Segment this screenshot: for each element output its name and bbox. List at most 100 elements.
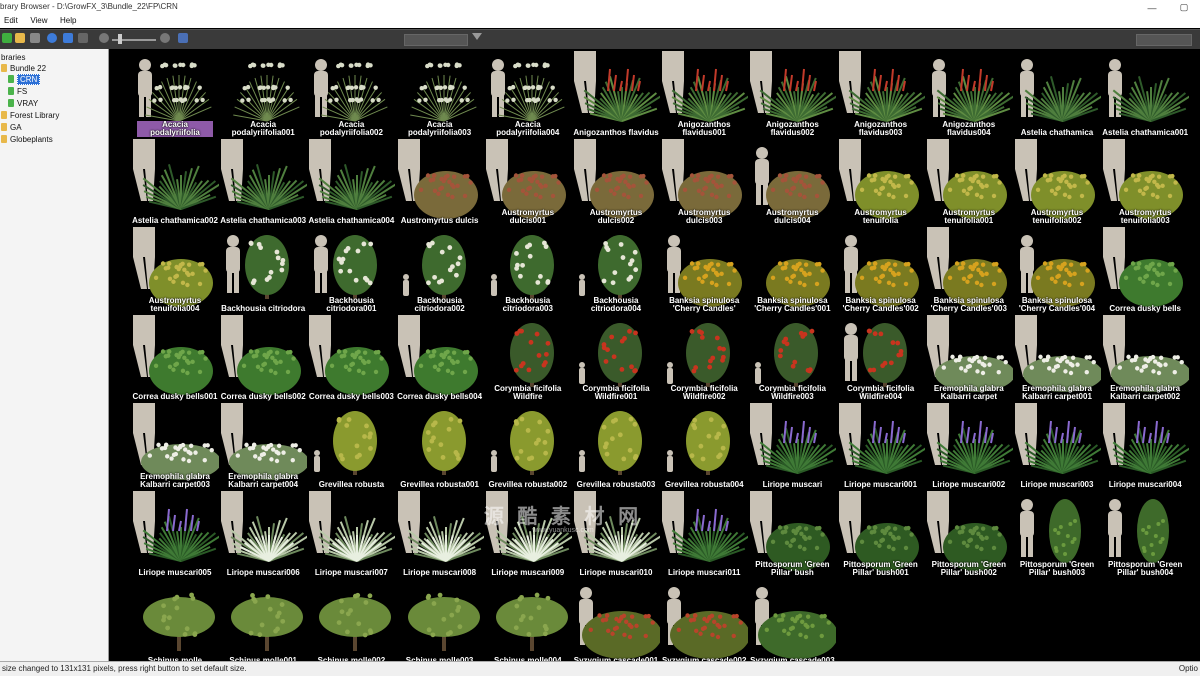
plant-thumbnail[interactable]: Acacia podalyriifolia [131,51,219,139]
sort-icon[interactable] [78,33,88,43]
plant-thumbnail[interactable]: Grevillea robusta004 [660,403,748,491]
zoom-in-icon[interactable] [160,33,170,43]
plant-thumbnail[interactable]: Syzygium cascade002 [660,579,749,661]
plant-thumbnail[interactable]: Backhousia citriodora [219,227,307,315]
plant-thumbnail[interactable]: Backhousia citriodora004 [572,227,660,315]
plant-thumbnail[interactable]: Schinus molle001 [219,579,307,661]
maximize-button[interactable]: ▢ [1168,0,1200,15]
plant-thumbnail[interactable]: Eremophila glabra Kalbarri carpet001 [1013,315,1101,403]
plant-thumbnail[interactable]: Liriope muscari [748,403,837,491]
plant-thumbnail[interactable]: Liriope muscari009 [484,491,572,579]
plant-thumbnail[interactable]: Acacia podalyriifolia004 [484,51,572,139]
plant-thumbnail[interactable]: Syzygium cascade001 [572,579,660,661]
plant-thumbnail[interactable]: Schinus molle002 [307,579,395,661]
plant-thumbnail[interactable]: Liriope muscari005 [131,491,219,579]
plant-thumbnail[interactable]: Astelia chathamica004 [307,139,396,227]
play-icon[interactable] [2,33,12,43]
plant-thumbnail[interactable]: Austromyrtus dulcis [396,139,484,227]
plant-thumbnail[interactable]: Liriope muscari002 [925,403,1013,491]
plant-thumbnail[interactable]: Austromyrtus dulcis002 [572,139,660,227]
plant-thumbnail[interactable]: Liriope muscari007 [307,491,396,579]
help-icon[interactable] [178,33,188,43]
plant-thumbnail[interactable]: Liriope muscari003 [1013,403,1101,491]
plant-thumbnail[interactable]: Anigozanthos flavidus [572,51,660,139]
zoom-out-icon[interactable] [99,33,109,43]
menu-help[interactable]: Help [56,15,82,25]
plant-thumbnail[interactable]: Austromyrtus tenuifolia003 [1101,139,1189,227]
plant-thumbnail[interactable]: Astelia chathamica001 [1101,51,1190,139]
plant-thumbnail[interactable]: Astelia chathamica003 [219,139,308,227]
plant-thumbnail[interactable]: Austromyrtus tenuifolia002 [1013,139,1101,227]
plant-thumbnail[interactable]: Eremophila glabra Kalbarri carpet002 [1101,315,1190,403]
plant-thumbnail[interactable]: Austromyrtus dulcis001 [484,139,572,227]
globe-icon[interactable] [63,33,73,43]
plant-thumbnail[interactable]: Corymbia ficifolia Wildfire [484,315,572,403]
plant-thumbnail[interactable]: Corymbia ficifolia Wildfire004 [837,315,925,403]
plant-thumbnail[interactable]: Correa dusky bells002 [219,315,307,403]
plant-thumbnail[interactable]: Corymbia ficifolia Wildfire003 [748,315,836,403]
plant-thumbnail[interactable]: Corymbia ficifolia Wildfire001 [572,315,660,403]
menu-edit[interactable]: Edit [0,15,24,25]
plant-thumbnail[interactable]: Correa dusky bells [1101,227,1189,315]
plant-thumbnail[interactable]: Acacia podalyriifolia001 [219,51,307,139]
plant-thumbnail[interactable]: Pittosporum 'Green Pillar' bush004 [1101,491,1189,579]
menu-view[interactable]: View [26,15,53,25]
plant-thumbnail[interactable]: Anigozanthos flavidus004 [925,51,1013,139]
plant-thumbnail[interactable]: Schinus molle003 [396,579,484,661]
plant-thumbnail[interactable]: Backhousia citriodora003 [484,227,572,315]
plant-thumbnail[interactable]: Grevillea robusta001 [396,403,484,491]
plant-thumbnail[interactable]: Astelia chathamica002 [131,139,219,227]
filter-icon[interactable] [472,33,482,40]
refresh-icon[interactable] [47,33,57,43]
plant-thumbnail[interactable]: Anigozanthos flavidus001 [660,51,749,139]
plant-thumbnail[interactable]: Grevillea robusta003 [572,403,660,491]
plant-thumbnail[interactable]: Corymbia ficifolia Wildfire002 [660,315,748,403]
plant-thumbnail[interactable]: Astelia chathamica [1013,51,1101,139]
plant-thumbnail[interactable]: Schinus molle004 [484,579,572,661]
plant-thumbnail[interactable]: Austromyrtus dulcis003 [660,139,748,227]
plant-thumbnail[interactable]: Acacia podalyriifolia002 [307,51,395,139]
plant-thumbnail[interactable]: Acacia podalyriifolia003 [396,51,484,139]
plant-thumbnail[interactable]: Anigozanthos flavidus003 [837,51,925,139]
tree-item-crn[interactable]: CRN [8,73,41,85]
plant-thumbnail[interactable]: Banksia spinulosa 'Cherry Candles' [660,227,748,315]
plant-thumbnail[interactable]: Syzygium cascade003 [748,579,837,661]
plant-thumbnail[interactable]: Backhousia citriodora001 [307,227,395,315]
plant-thumbnail[interactable]: Liriope muscari001 [837,403,925,491]
plant-thumbnail[interactable]: Austromyrtus tenuifolia004 [131,227,219,315]
plant-thumbnail[interactable]: Correa dusky bells004 [396,315,484,403]
plant-thumbnail[interactable]: Eremophila glabra Kalbarri carpet [925,315,1013,403]
plant-thumbnail[interactable]: Banksia spinulosa 'Cherry Candles'001 [748,227,836,315]
tree-item-forest-library[interactable]: Forest Library [1,109,59,121]
plant-thumbnail[interactable]: Liriope muscari010 [572,491,660,579]
plant-thumbnail[interactable]: Grevillea robusta002 [484,403,572,491]
plant-thumbnail[interactable]: Liriope muscari006 [219,491,308,579]
plant-thumbnail[interactable]: Banksia spinulosa 'Cherry Candles'004 [1013,227,1101,315]
tree-item-globeplants[interactable]: Globeplants [1,133,53,145]
tree-item-vray[interactable]: VRAY [8,97,38,109]
folder-open-icon[interactable] [15,33,25,43]
plant-thumbnail[interactable]: Banksia spinulosa 'Cherry Candles'003 [925,227,1013,315]
plant-thumbnail[interactable]: Liriope muscari008 [396,491,484,579]
plant-thumbnail[interactable]: Correa dusky bells001 [131,315,219,403]
plant-thumbnail[interactable]: Pittosporum 'Green Pillar' bush003 [1013,491,1101,579]
tree-item-ga[interactable]: GA [1,121,22,133]
plant-thumbnail[interactable]: Banksia spinulosa 'Cherry Candles'002 [837,227,925,315]
save-icon[interactable] [30,33,40,43]
plant-thumbnail[interactable]: Liriope muscari011 [660,491,749,579]
plant-thumbnail[interactable]: Anigozanthos flavidus002 [748,51,837,139]
plant-thumbnail[interactable]: Austromyrtus tenuifolia001 [925,139,1013,227]
zoom-slider-knob[interactable] [118,34,122,44]
plant-thumbnail[interactable]: Correa dusky bells003 [307,315,395,403]
plant-thumbnail[interactable]: Grevillea robusta [307,403,395,491]
plant-thumbnail[interactable]: Schinus molle [131,579,219,661]
plant-thumbnail[interactable]: Backhousia citriodora002 [396,227,484,315]
plant-thumbnail[interactable]: Eremophila glabra Kalbarri carpet004 [219,403,308,491]
tree-item-fs[interactable]: FS [8,85,27,97]
plant-thumbnail[interactable]: Pittosporum 'Green Pillar' bush001 [837,491,925,579]
plant-thumbnail[interactable]: Eremophila glabra Kalbarri carpet003 [131,403,219,491]
toolbar-field[interactable] [1136,34,1192,46]
plant-thumbnail[interactable]: Pittosporum 'Green Pillar' bush002 [925,491,1013,579]
search-input[interactable] [404,34,468,46]
plant-thumbnail[interactable]: Austromyrtus tenuifolia [837,139,925,227]
